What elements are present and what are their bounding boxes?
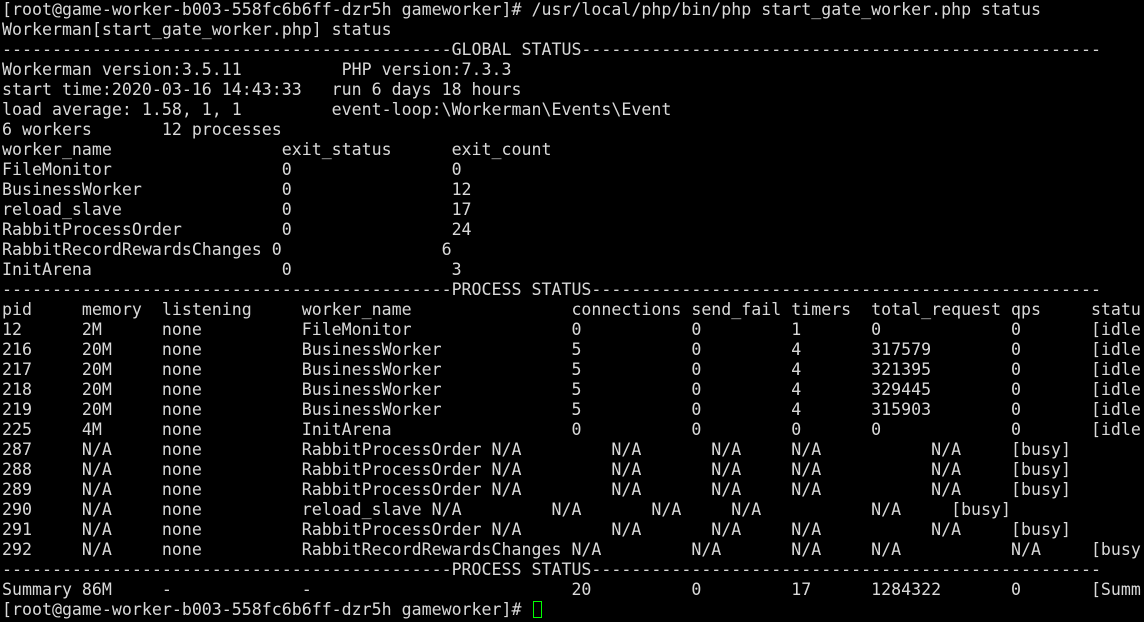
process-row: 289 N/A none RabbitProcessOrder N/A N/A … xyxy=(2,480,1071,499)
cursor-icon xyxy=(532,601,542,618)
terminal-window[interactable]: [root@game-worker-b003-558fc6b6ff-dzr5h … xyxy=(2,0,1142,622)
process-row: 290 N/A none reload_slave N/A N/A N/A N/… xyxy=(2,500,1012,519)
worker-row: BusinessWorker 0 12 xyxy=(2,180,472,199)
process-row: 219 20M none BusinessWorker 5 0 4 315903… xyxy=(2,400,1142,419)
global-status-divider: ----------------------------------------… xyxy=(2,40,1101,59)
worker-row: reload_slave 0 17 xyxy=(2,200,472,219)
shell-prompt: [root@game-worker-b003-558fc6b6ff-dzr5h … xyxy=(2,600,532,619)
process-row: 288 N/A none RabbitProcessOrder N/A N/A … xyxy=(2,460,1071,479)
process-row: 12 2M none FileMonitor 0 0 1 0 0 [idle] xyxy=(2,320,1142,339)
process-row: 217 20M none BusinessWorker 5 0 4 321395… xyxy=(2,360,1142,379)
workers-count-line: 6 workers 12 processes xyxy=(2,120,282,139)
process-row: 291 N/A none RabbitProcessOrder N/A N/A … xyxy=(2,520,1071,539)
summary-row: Summary 86M - - 20 0 17 1284322 0 [Summa… xyxy=(2,580,1142,599)
worker-row: FileMonitor 0 0 xyxy=(2,160,462,179)
load-average-line: load average: 1.58, 1, 1 event-loop:\Wor… xyxy=(2,100,672,119)
worker-row: RabbitRecordRewardsChanges 0 6 xyxy=(2,240,452,259)
process-table-header: pid memory listening worker_name connect… xyxy=(2,300,1142,319)
process-row: 216 20M none BusinessWorker 5 0 4 317579… xyxy=(2,340,1142,359)
status-header-line: Workerman[start_gate_worker.php] status xyxy=(2,20,392,39)
process-row: 287 N/A none RabbitProcessOrder N/A N/A … xyxy=(2,440,1071,459)
worker-row: RabbitProcessOrder 0 24 xyxy=(2,220,472,239)
process-row: 225 4M none InitArena 0 0 0 0 0 [idle] xyxy=(2,420,1142,439)
worker-table-header: worker_name exit_status exit_count xyxy=(2,140,552,159)
start-time-line: start time:2020-03-16 14:43:33 run 6 day… xyxy=(2,80,522,99)
worker-row: InitArena 0 3 xyxy=(2,260,462,279)
process-row: 218 20M none BusinessWorker 5 0 4 329445… xyxy=(2,380,1142,399)
version-line: Workerman version:3.5.11 PHP version:7.3… xyxy=(2,60,512,79)
prompt-line[interactable]: [root@game-worker-b003-558fc6b6ff-dzr5h … xyxy=(2,600,1142,620)
command-line: [root@game-worker-b003-558fc6b6ff-dzr5h … xyxy=(2,0,1041,19)
summary-divider: ----------------------------------------… xyxy=(2,560,1101,579)
process-status-divider: ----------------------------------------… xyxy=(2,280,1101,299)
process-row: 292 N/A none RabbitRecordRewardsChanges … xyxy=(2,540,1142,559)
